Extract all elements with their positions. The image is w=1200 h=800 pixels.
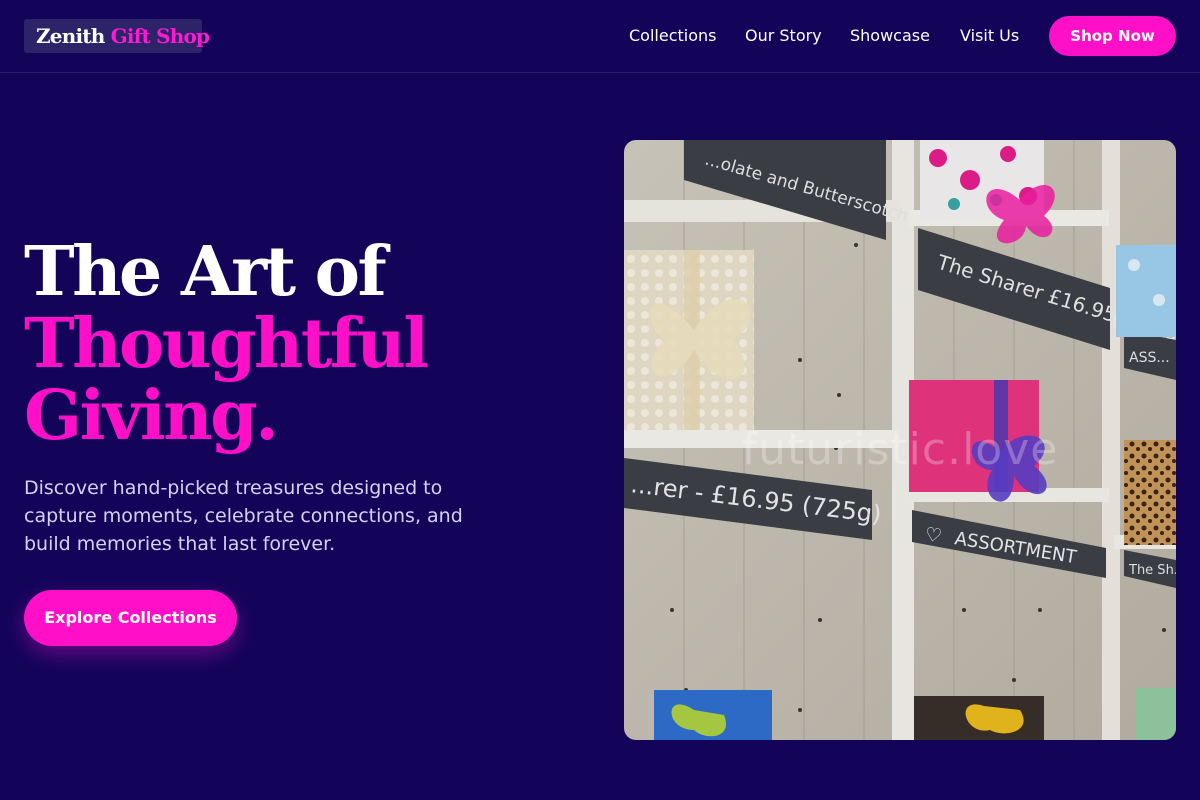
brand-name-primary: Zenith xyxy=(36,24,105,48)
top-nav: Zenith Gift Shop Collections Our Story S… xyxy=(0,0,1200,73)
hero-image: ...olate and Butterscotch The Sharer £16… xyxy=(624,140,1176,740)
nav-link-our-story[interactable]: Our Story xyxy=(745,26,822,46)
hero-title-line-2: Thoughtful xyxy=(24,304,429,384)
explore-collections-button[interactable]: Explore Collections xyxy=(24,590,237,646)
brand-logo[interactable]: Zenith Gift Shop xyxy=(24,19,210,53)
brand-name-accent: Gift Shop xyxy=(110,24,210,48)
hero-description: Discover hand-picked treasures designed … xyxy=(24,477,463,555)
image-watermark: futuristic.love xyxy=(741,424,1059,475)
hero-title-line-1: The Art of xyxy=(24,232,387,312)
shop-now-button[interactable]: Shop Now xyxy=(1049,16,1176,56)
hero-title-line-3: Giving. xyxy=(24,376,279,456)
nav-link-collections[interactable]: Collections xyxy=(629,26,716,46)
nav-link-visit-us[interactable]: Visit Us xyxy=(960,26,1019,46)
nav-link-showcase[interactable]: Showcase xyxy=(850,26,930,46)
